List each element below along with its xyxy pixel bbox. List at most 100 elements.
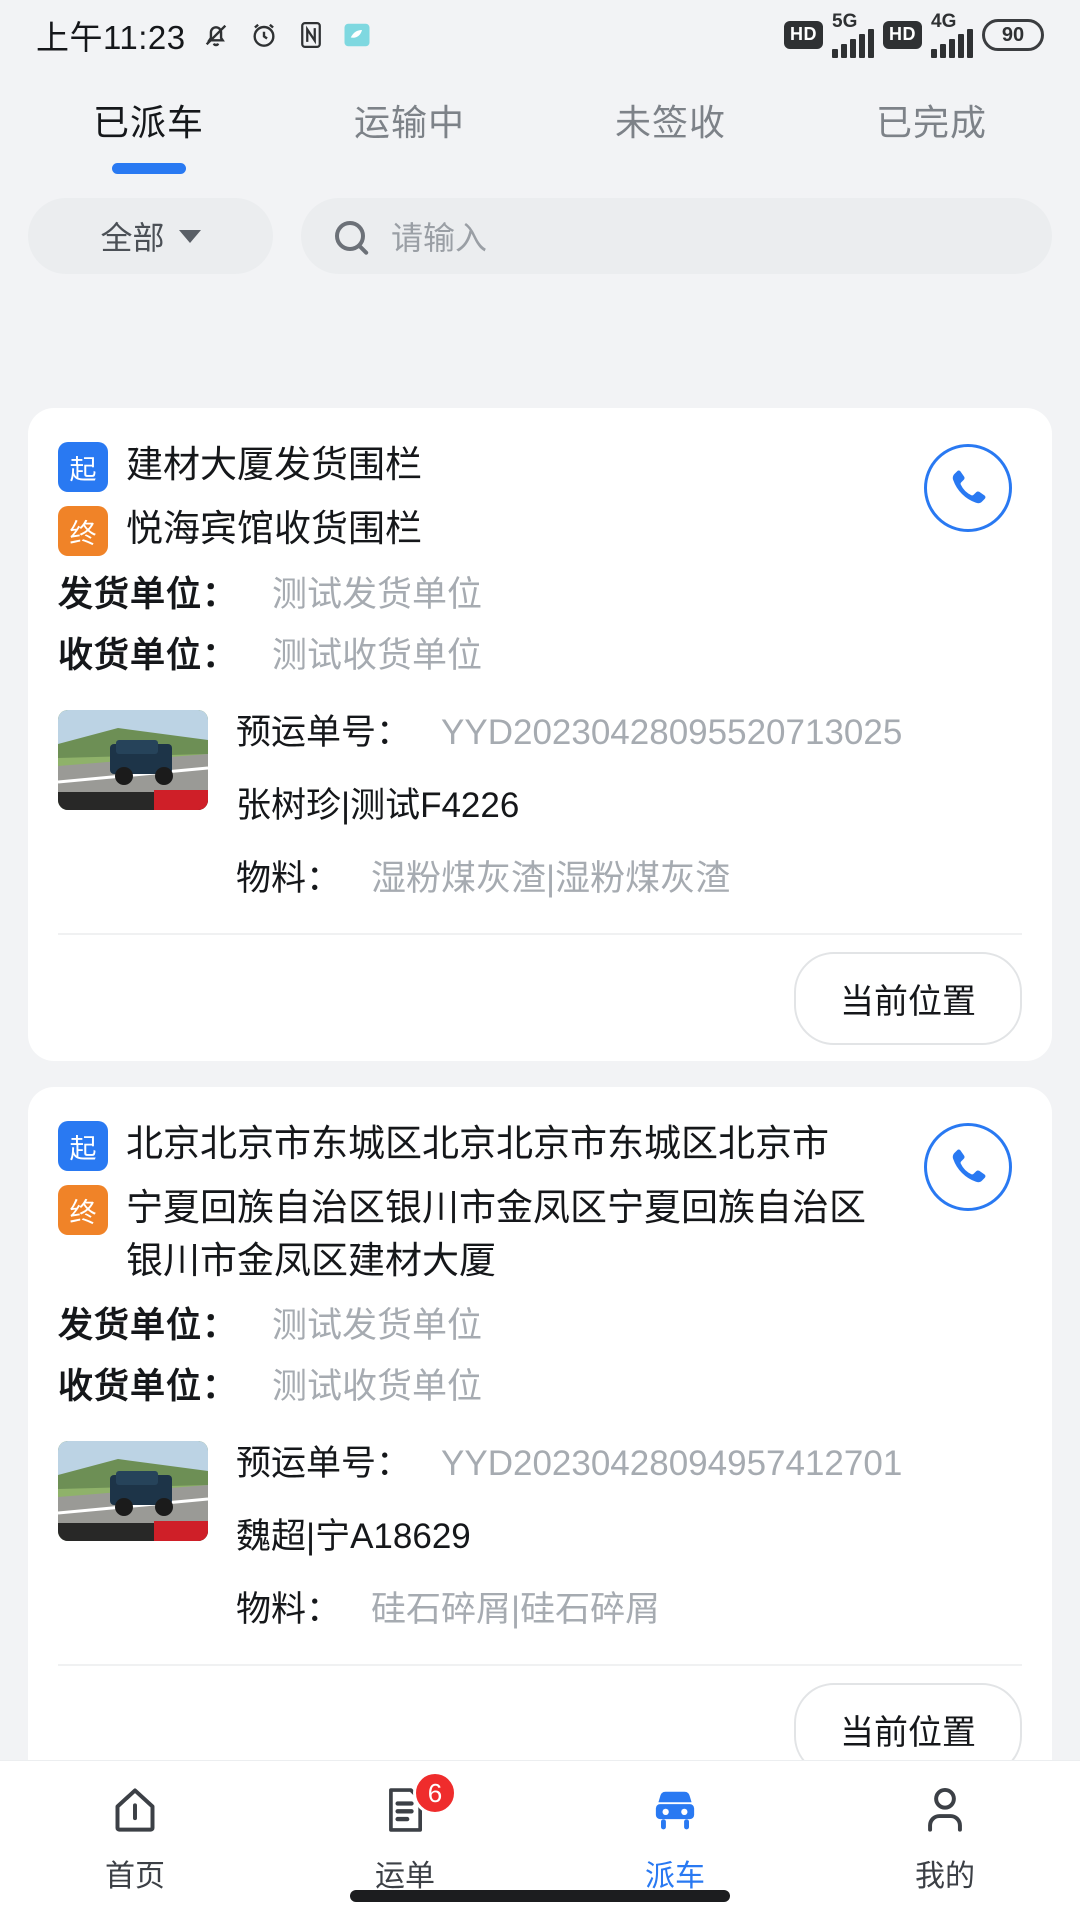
phone-icon <box>952 470 986 504</box>
mute-bell-icon <box>200 19 232 51</box>
origin-row: 起 北京北京市东城区北京北京市东城区北京市 <box>58 1117 882 1171</box>
filter-dropdown-label: 全部 <box>100 220 165 256</box>
home-indicator[interactable] <box>350 1890 730 1902</box>
truck-icon <box>645 1779 705 1841</box>
destination-text: 悦海宾馆收货围栏 <box>126 508 422 549</box>
call-button[interactable] <box>924 444 1012 532</box>
call-button[interactable] <box>924 1123 1012 1211</box>
card-scroll-area[interactable]: 起 建材大厦发货围栏 终 悦海宾馆收货围栏 发货单位： 测试发货单位 收货单位：… <box>0 408 1080 1760</box>
origin-badge: 起 <box>58 1121 108 1171</box>
signal-sim1: 5G <box>832 10 874 58</box>
tab-not-signed[interactable]: 未签收 <box>540 94 801 146</box>
consignee-value: 测试收货单位 <box>272 1367 483 1406</box>
document-icon: 6 <box>379 1771 457 1841</box>
tab-completed[interactable]: 已完成 <box>801 94 1062 146</box>
hd-badge-sim1: HD <box>784 21 823 49</box>
shipper-row: 发货单位： 测试发货单位 <box>58 1297 1022 1348</box>
tab-not-signed-label: 未签收 <box>614 102 726 143</box>
shipper-row: 发货单位： 测试发货单位 <box>58 566 1022 617</box>
alarm-clock-icon <box>248 19 280 51</box>
material-value: 硅石碎屑|硅石碎屑 <box>371 1590 661 1629</box>
material-label: 物料： <box>236 859 342 898</box>
pre-waybill-label: 预运单号： <box>236 1444 412 1483</box>
consignee-row: 收货单位： 测试收货单位 <box>58 627 1022 678</box>
origin-row: 起 建材大厦发货围栏 <box>58 438 882 492</box>
nav-label-profile: 我的 <box>915 1860 975 1893</box>
card-footer: 当前位置 <box>58 1664 1022 1760</box>
nav-item-profile[interactable]: 我的 <box>810 1779 1080 1895</box>
pre-waybill-row: 预运单号： YYD20230428095520713025 <box>236 704 1022 755</box>
status-time: 上午11:23 <box>36 19 186 56</box>
destination-row: 终 宁夏回族自治区银川市金凤区宁夏回族自治区银川市金凤区建材大厦 <box>58 1181 882 1287</box>
current-location-button[interactable]: 当前位置 <box>794 951 1022 1045</box>
filter-dropdown[interactable]: 全部 <box>28 198 273 274</box>
tab-in-transit-label: 运输中 <box>353 102 465 143</box>
status-left-icons <box>200 19 372 51</box>
route-section: 起 北京北京市东城区北京北京市东城区北京市 终 宁夏回族自治区银川市金凤区宁夏回… <box>58 1117 1022 1287</box>
nav-label-waybill: 运单 <box>375 1860 435 1893</box>
vehicle-thumbnail[interactable] <box>58 1441 208 1541</box>
consignee-label: 收货单位： <box>58 636 239 675</box>
pre-waybill-value: YYD20230428094957412701 <box>441 1444 903 1483</box>
top-tab-bar: 已派车 运输中 未签收 已完成 <box>0 70 1080 174</box>
status-bar: 上午11:23 HD 5G HD 4G 90 <box>0 0 1080 70</box>
shipper-label: 发货单位： <box>58 1306 239 1345</box>
network-type-sim2: 4G <box>931 10 957 32</box>
signal-bars-sim2 <box>931 28 973 58</box>
nav-label-home: 首页 <box>105 1860 165 1893</box>
signal-bars-sim1 <box>832 28 874 58</box>
route-section: 起 建材大厦发货围栏 终 悦海宾馆收货围栏 <box>58 438 1022 556</box>
phone-icon <box>952 1149 986 1183</box>
origin-text: 建材大厦发货围栏 <box>126 444 422 485</box>
nfc-icon <box>296 19 326 51</box>
vehicle-thumbnail[interactable] <box>58 710 208 810</box>
driver-vehicle: 张树珍|测试F4226 <box>236 786 520 825</box>
detail-section: 预运单号： YYD20230428094957412701 魏超|宁A18629… <box>58 1435 1022 1646</box>
detail-section: 预运单号： YYD20230428095520713025 张树珍|测试F422… <box>58 704 1022 915</box>
material-row: 物料： 湿粉煤灰渣|湿粉煤灰渣 <box>236 850 1022 901</box>
search-box[interactable]: 请输入 <box>301 198 1052 274</box>
status-right-icons: HD 5G HD 4G 90 <box>784 10 1044 58</box>
material-row: 物料： 硅石碎屑|硅石碎屑 <box>236 1581 1022 1632</box>
tab-in-transit[interactable]: 运输中 <box>279 94 540 146</box>
network-type-sim1: 5G <box>832 10 858 32</box>
destination-text: 宁夏回族自治区银川市金凤区宁夏回族自治区银川市金凤区建材大厦 <box>126 1187 866 1281</box>
material-value: 湿粉煤灰渣|湿粉煤灰渣 <box>371 859 731 898</box>
material-label: 物料： <box>236 1590 342 1629</box>
origin-text: 北京北京市东城区北京北京市东城区北京市 <box>126 1123 829 1164</box>
tab-completed-label: 已完成 <box>875 102 987 143</box>
home-icon <box>107 1779 163 1841</box>
nav-item-home[interactable]: 首页 <box>0 1779 270 1895</box>
tab-dispatched-label: 已派车 <box>92 102 204 143</box>
chevron-down-icon <box>178 229 201 243</box>
nav-item-dispatch[interactable]: 派车 <box>540 1779 810 1895</box>
dispatch-card-list: 起 建材大厦发货围栏 终 悦海宾馆收货围栏 发货单位： 测试发货单位 收货单位：… <box>0 408 1080 1760</box>
card-footer: 当前位置 <box>58 933 1022 1061</box>
nav-badge-waybill: 6 <box>413 1771 457 1815</box>
shipper-label: 发货单位： <box>58 575 239 614</box>
pre-waybill-row: 预运单号： YYD20230428094957412701 <box>236 1435 1022 1486</box>
pre-waybill-label: 预运单号： <box>236 713 412 752</box>
filter-row: 全部 请输入 <box>0 170 1080 294</box>
destination-row: 终 悦海宾馆收货围栏 <box>58 502 882 556</box>
search-input[interactable]: 请输入 <box>391 213 487 259</box>
tab-active-indicator <box>111 163 186 174</box>
consignee-label: 收货单位： <box>58 1367 239 1406</box>
hd-badge-sim2: HD <box>883 21 922 49</box>
current-location-button[interactable]: 当前位置 <box>794 1682 1022 1760</box>
detail-body: 预运单号： YYD20230428094957412701 魏超|宁A18629… <box>236 1435 1022 1638</box>
consignee-row: 收货单位： 测试收货单位 <box>58 1358 1022 1409</box>
dispatch-card[interactable]: 起 建材大厦发货围栏 终 悦海宾馆收货围栏 发货单位： 测试发货单位 收货单位：… <box>28 408 1052 1061</box>
person-icon <box>917 1779 973 1841</box>
dispatch-card[interactable]: 起 北京北京市东城区北京北京市东城区北京市 终 宁夏回族自治区银川市金凤区宁夏回… <box>28 1087 1052 1760</box>
destination-badge: 终 <box>58 1185 108 1235</box>
consignee-value: 测试收货单位 <box>272 636 483 675</box>
search-icon <box>335 221 365 251</box>
shipper-value: 测试发货单位 <box>272 1306 483 1345</box>
destination-badge: 终 <box>58 506 108 556</box>
bottom-navigation: 首页 6 运单 派车 我的 <box>0 1760 1080 1920</box>
tab-dispatched[interactable]: 已派车 <box>18 94 279 174</box>
driver-vehicle: 魏超|宁A18629 <box>236 1517 471 1556</box>
detail-body: 预运单号： YYD20230428095520713025 张树珍|测试F422… <box>236 704 1022 907</box>
nav-item-waybill[interactable]: 6 运单 <box>270 1771 540 1895</box>
